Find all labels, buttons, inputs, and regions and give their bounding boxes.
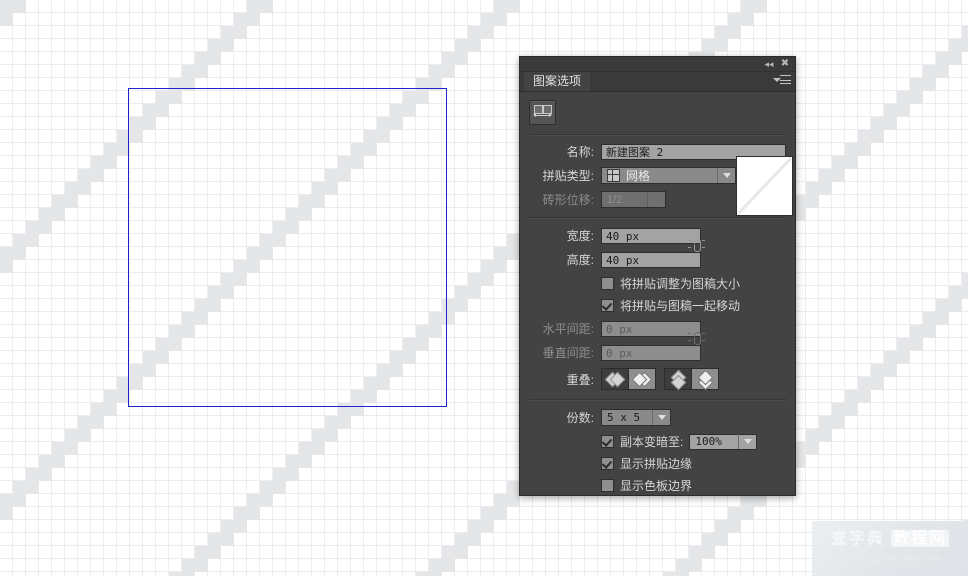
width-input[interactable]: 40 px	[601, 227, 701, 244]
overlap-label: 重叠:	[566, 372, 594, 387]
dim-copies-label: 副本变暗至:	[620, 435, 684, 449]
panel-body: 名称: 新建图案 2 拼贴类型: 网格 砖形位移: 1/2 宽度: 40 px …	[520, 92, 795, 494]
show-tile-edge-checkbox[interactable]	[601, 457, 614, 470]
tile-type-label: 拼贴类型:	[542, 169, 594, 183]
chevron-down-icon[interactable]	[653, 410, 670, 425]
show-swatch-bounds-row: 显示色板边界	[520, 477, 795, 494]
dim-copies-value: 100%	[695, 435, 722, 448]
dim-copies-checkbox[interactable]	[601, 435, 614, 448]
overlap-right-in-front-button[interactable]	[628, 369, 655, 389]
dim-copies-row: 副本变暗至: 100%	[520, 433, 795, 450]
brick-offset-label: 砖形位移:	[542, 193, 594, 207]
link-broken-icon-size[interactable]	[688, 236, 705, 253]
name-label: 名称:	[566, 145, 594, 159]
dim-copies-select[interactable]: 100%	[689, 433, 758, 450]
height-input[interactable]: 40 px	[601, 251, 701, 268]
fit-tile-row: 将拼贴调整为图稿大小	[520, 275, 795, 292]
copies-row: 份数: 5 x 5	[520, 409, 795, 426]
overlap-bottom-in-front-button[interactable]	[691, 369, 718, 391]
tile-type-value: 网格	[626, 169, 651, 183]
width-row: 宽度: 40 px	[520, 227, 795, 244]
copies-label: 份数:	[566, 411, 594, 425]
overlap-horizontal-group	[601, 368, 656, 390]
fit-tile-label: 将拼贴调整为图稿大小	[620, 277, 741, 291]
panel-titlebar: ◂◂ ✖	[520, 57, 795, 72]
grid-icon	[607, 169, 620, 182]
panel-tab-row: 图案选项	[520, 72, 795, 92]
h-spacing-row: 水平间距: 0 px	[520, 320, 795, 337]
v-spacing-label: 垂直间距:	[542, 346, 594, 360]
width-label: 宽度:	[566, 229, 594, 243]
height-row: 高度: 40 px	[520, 251, 795, 268]
divider	[529, 134, 786, 136]
v-spacing-row: 垂直间距: 0 px	[520, 344, 795, 361]
show-tile-edge-label: 显示拼贴边缘	[620, 457, 693, 471]
brick-offset-select: 1/2	[601, 191, 666, 208]
tile-edit-tool-button[interactable]	[529, 100, 556, 125]
show-tile-edge-row: 显示拼贴边缘	[520, 455, 795, 472]
chevron-down-icon[interactable]	[739, 434, 756, 449]
chevron-down-icon-disabled	[648, 192, 665, 207]
chevron-down-icon[interactable]	[718, 168, 735, 183]
pattern-thumbnail-preview	[736, 156, 793, 216]
show-swatch-bounds-checkbox[interactable]	[601, 479, 614, 492]
watermark-url: jiaocheng.chazidian.com	[838, 553, 942, 563]
v-spacing-input[interactable]: 0 px	[601, 344, 701, 361]
h-spacing-input[interactable]: 0 px	[601, 320, 701, 337]
panel-menu-icon[interactable]	[773, 75, 791, 87]
move-tile-row: 将拼贴与图稿一起移动	[520, 297, 795, 314]
pattern-options-panel[interactable]: ◂◂ ✖ 图案选项 名称: 新建图案 2 拼贴类型: 网格 砖形位移: 1/2 …	[519, 56, 796, 496]
watermark-title-part2: 教程网	[891, 530, 950, 547]
copies-select[interactable]: 5 x 5	[601, 409, 671, 426]
divider	[529, 217, 786, 219]
move-tile-label: 将拼贴与图稿一起移动	[620, 299, 741, 313]
tile-type-select[interactable]: 网格	[601, 167, 736, 184]
overlap-row: 重叠:	[520, 368, 795, 391]
divider	[529, 399, 786, 401]
watermark-title: 查字典 教程网	[812, 529, 968, 549]
overlap-top-in-front-button[interactable]	[665, 369, 691, 391]
height-label: 高度:	[566, 253, 594, 267]
close-icon[interactable]: ✖	[778, 58, 792, 70]
illustrator-canvas[interactable]	[0, 0, 968, 576]
brick-offset-value: 1/2	[607, 193, 623, 206]
show-swatch-bounds-label: 显示色板边界	[620, 479, 693, 493]
link-broken-icon-spacing[interactable]	[688, 329, 705, 346]
h-spacing-label: 水平间距:	[542, 322, 594, 336]
fit-tile-checkbox[interactable]	[601, 277, 614, 290]
copies-value: 5 x 5	[607, 411, 641, 424]
watermark-title-part1: 查字典	[830, 530, 885, 547]
artboard-rectangle[interactable]	[128, 88, 447, 407]
overlap-left-in-front-button[interactable]	[602, 369, 628, 389]
tab-pattern-options[interactable]: 图案选项	[524, 72, 591, 91]
tool-row	[520, 92, 795, 132]
collapse-double-arrow-icon[interactable]: ◂◂	[762, 58, 776, 70]
overlap-vertical-group	[664, 368, 719, 391]
move-tile-checkbox[interactable]	[601, 299, 614, 312]
watermark: 查字典 教程网 jiaocheng.chazidian.com	[812, 521, 968, 576]
